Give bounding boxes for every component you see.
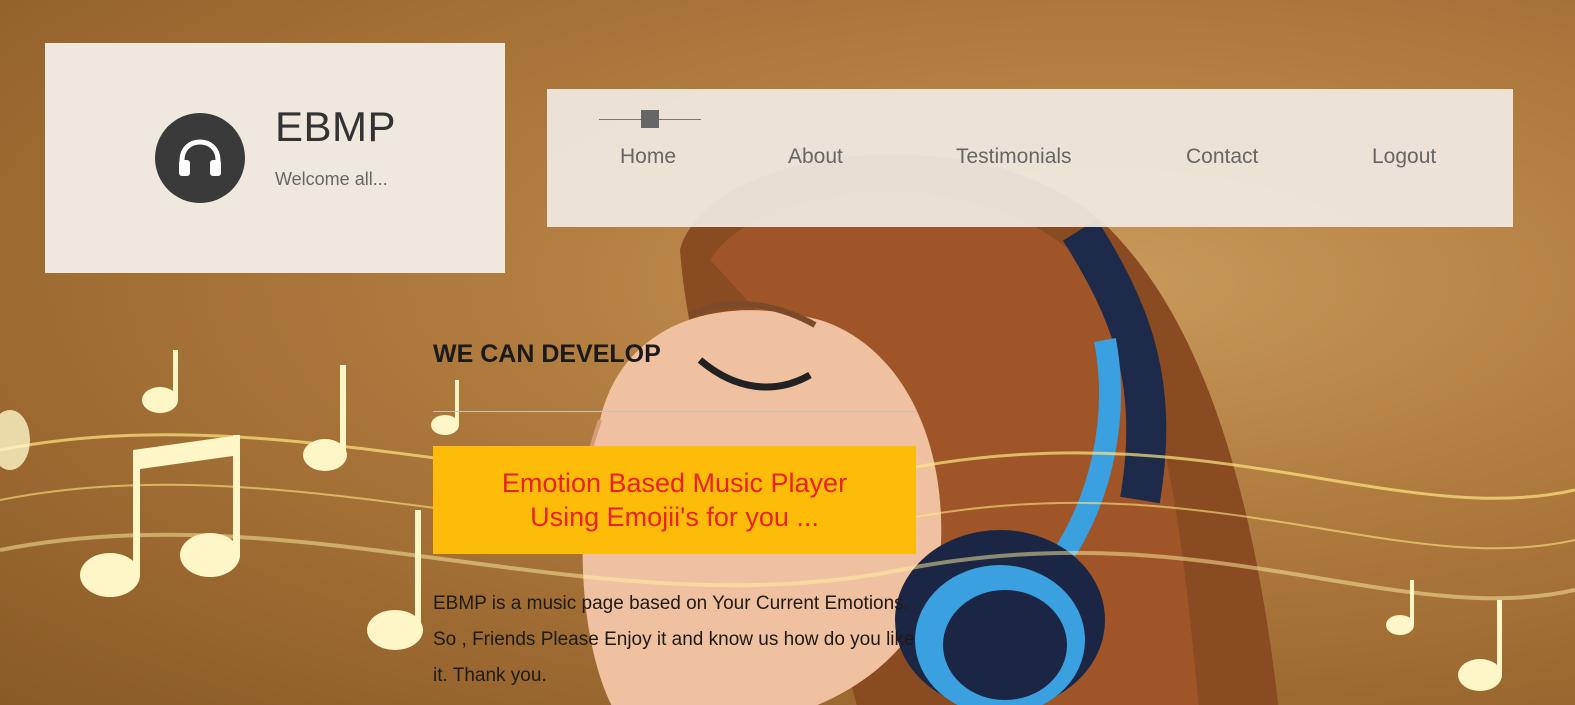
callout-banner: Emotion Based Music Player Using Emojii'… [433, 446, 916, 554]
nav-active-indicator [599, 109, 701, 129]
indicator-thumb [641, 110, 659, 128]
nav-links: Home About Testimonials Contact Logout [547, 145, 1513, 175]
brand-subtitle: Welcome all... [275, 169, 388, 189]
nav-logout-link[interactable]: Logout [1372, 145, 1436, 169]
nav-testimonials-link[interactable]: Testimonials [956, 145, 1072, 169]
section-heading: WE CAN DEVELOP [433, 340, 661, 368]
hero-content: WE CAN DEVELOP Emotion Based Music Playe… [433, 340, 916, 694]
description-text: EBMP is a music page based on Your Curre… [433, 593, 915, 686]
heading-divider [433, 411, 916, 412]
nav-home-link[interactable]: Home [620, 145, 676, 169]
callout-text: Emotion Based Music Player Using Emojii'… [501, 468, 848, 532]
brand-title: EBMP [275, 103, 397, 150]
nav-about-link[interactable]: About [788, 145, 843, 169]
nav-contact-link[interactable]: Contact [1186, 145, 1258, 169]
main-nav: Home About Testimonials Contact Logout [547, 89, 1513, 227]
headphones-icon [179, 139, 221, 176]
brand-panel: EBMP Welcome all... [45, 43, 505, 273]
logo[interactable] [155, 113, 245, 203]
